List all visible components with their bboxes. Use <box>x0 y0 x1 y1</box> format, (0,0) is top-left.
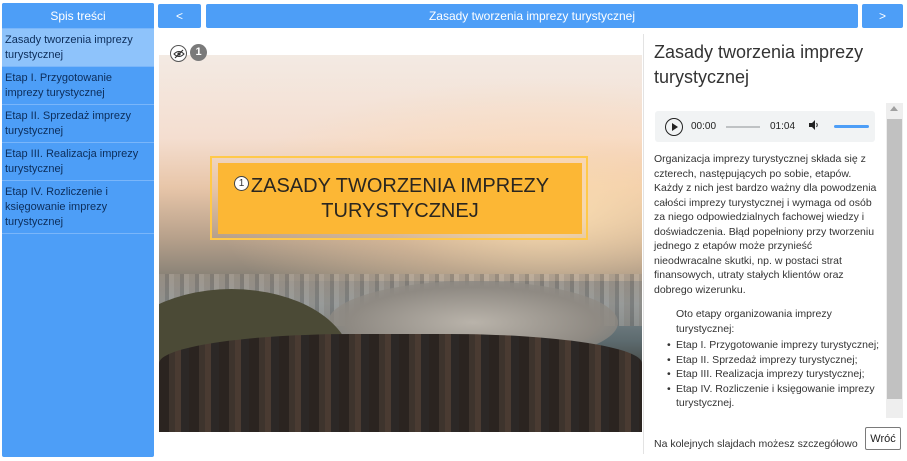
card-hotspot-marker[interactable]: 1 <box>234 176 249 191</box>
slide-heading: Zasady tworzenia imprezy turystycznej <box>654 42 864 87</box>
audio-progress-track[interactable] <box>726 125 760 128</box>
scroll-up-arrow[interactable] <box>890 106 898 111</box>
back-button[interactable]: Wróć <box>865 427 901 450</box>
continuation-text: Na kolejnych slajdach możesz szczegółowo <box>654 438 858 450</box>
toc-item-etap-4[interactable]: Etap IV. Rozliczenie i księgowanie impre… <box>2 181 154 234</box>
volume-slider[interactable] <box>834 125 870 128</box>
audio-duration: 01:04 <box>770 121 796 132</box>
title-card: ZASADY TWORZENIA IMPREZY TURYSTYCZNEJ <box>218 163 582 234</box>
volume-icon[interactable] <box>809 120 820 133</box>
panel-scrollbar[interactable] <box>886 103 903 418</box>
hotspot-count-badge: 1 <box>190 44 207 61</box>
list-item: Etap I. Przygotowanie imprezy turystyczn… <box>667 338 882 353</box>
intro-paragraph: Organizacja imprezy turystycznej składa … <box>654 153 877 296</box>
slide-photo <box>159 55 642 432</box>
toc-item-etap-3[interactable]: Etap III. Realizacja imprezy turystyczne… <box>2 143 154 181</box>
list-item: Etap II. Sprzedaż imprezy turystycznej; <box>667 353 882 368</box>
toc-item-zasady[interactable]: Zasady tworzenia imprezy turystycznej <box>2 29 154 67</box>
app-root: Spis treści Zasady tworzenia imprezy tur… <box>0 0 907 461</box>
eye-off-icon[interactable] <box>170 45 187 62</box>
toc-item-etap-2[interactable]: Etap II. Sprzedaż imprezy turystycznej <box>2 105 154 143</box>
play-icon[interactable] <box>665 117 683 136</box>
slide-title-bar: Zasady tworzenia imprezy turystycznej <box>206 4 858 28</box>
steps-list: Etap I. Przygotowanie imprezy turystyczn… <box>667 338 882 411</box>
table-of-contents: Spis treści Zasady tworzenia imprezy tur… <box>2 3 154 457</box>
previous-slide-button[interactable]: < <box>158 4 201 28</box>
toc-item-etap-1[interactable]: Etap I. Przygotowanie imprezy turystyczn… <box>2 67 154 105</box>
photo-crowd <box>159 333 642 432</box>
slide-body: Organizacja imprezy turystycznej składa … <box>654 152 882 411</box>
steps-intro: Oto etapy organizowania imprezy turystyc… <box>676 308 832 335</box>
scroll-thumb[interactable] <box>887 119 902 399</box>
next-slide-button[interactable]: > <box>862 4 903 28</box>
toc-header: Spis treści <box>2 3 154 29</box>
toc-list: Zasady tworzenia imprezy turystycznej Et… <box>2 29 154 234</box>
list-item: Etap III. Realizacja imprezy turystyczne… <box>667 367 882 382</box>
audio-current-time: 00:00 <box>690 121 717 132</box>
panel-divider <box>643 34 644 454</box>
list-item: Etap IV. Rozliczenie i księgowanie impre… <box>667 382 882 411</box>
audio-player: 00:00 01:04 <box>655 111 875 142</box>
